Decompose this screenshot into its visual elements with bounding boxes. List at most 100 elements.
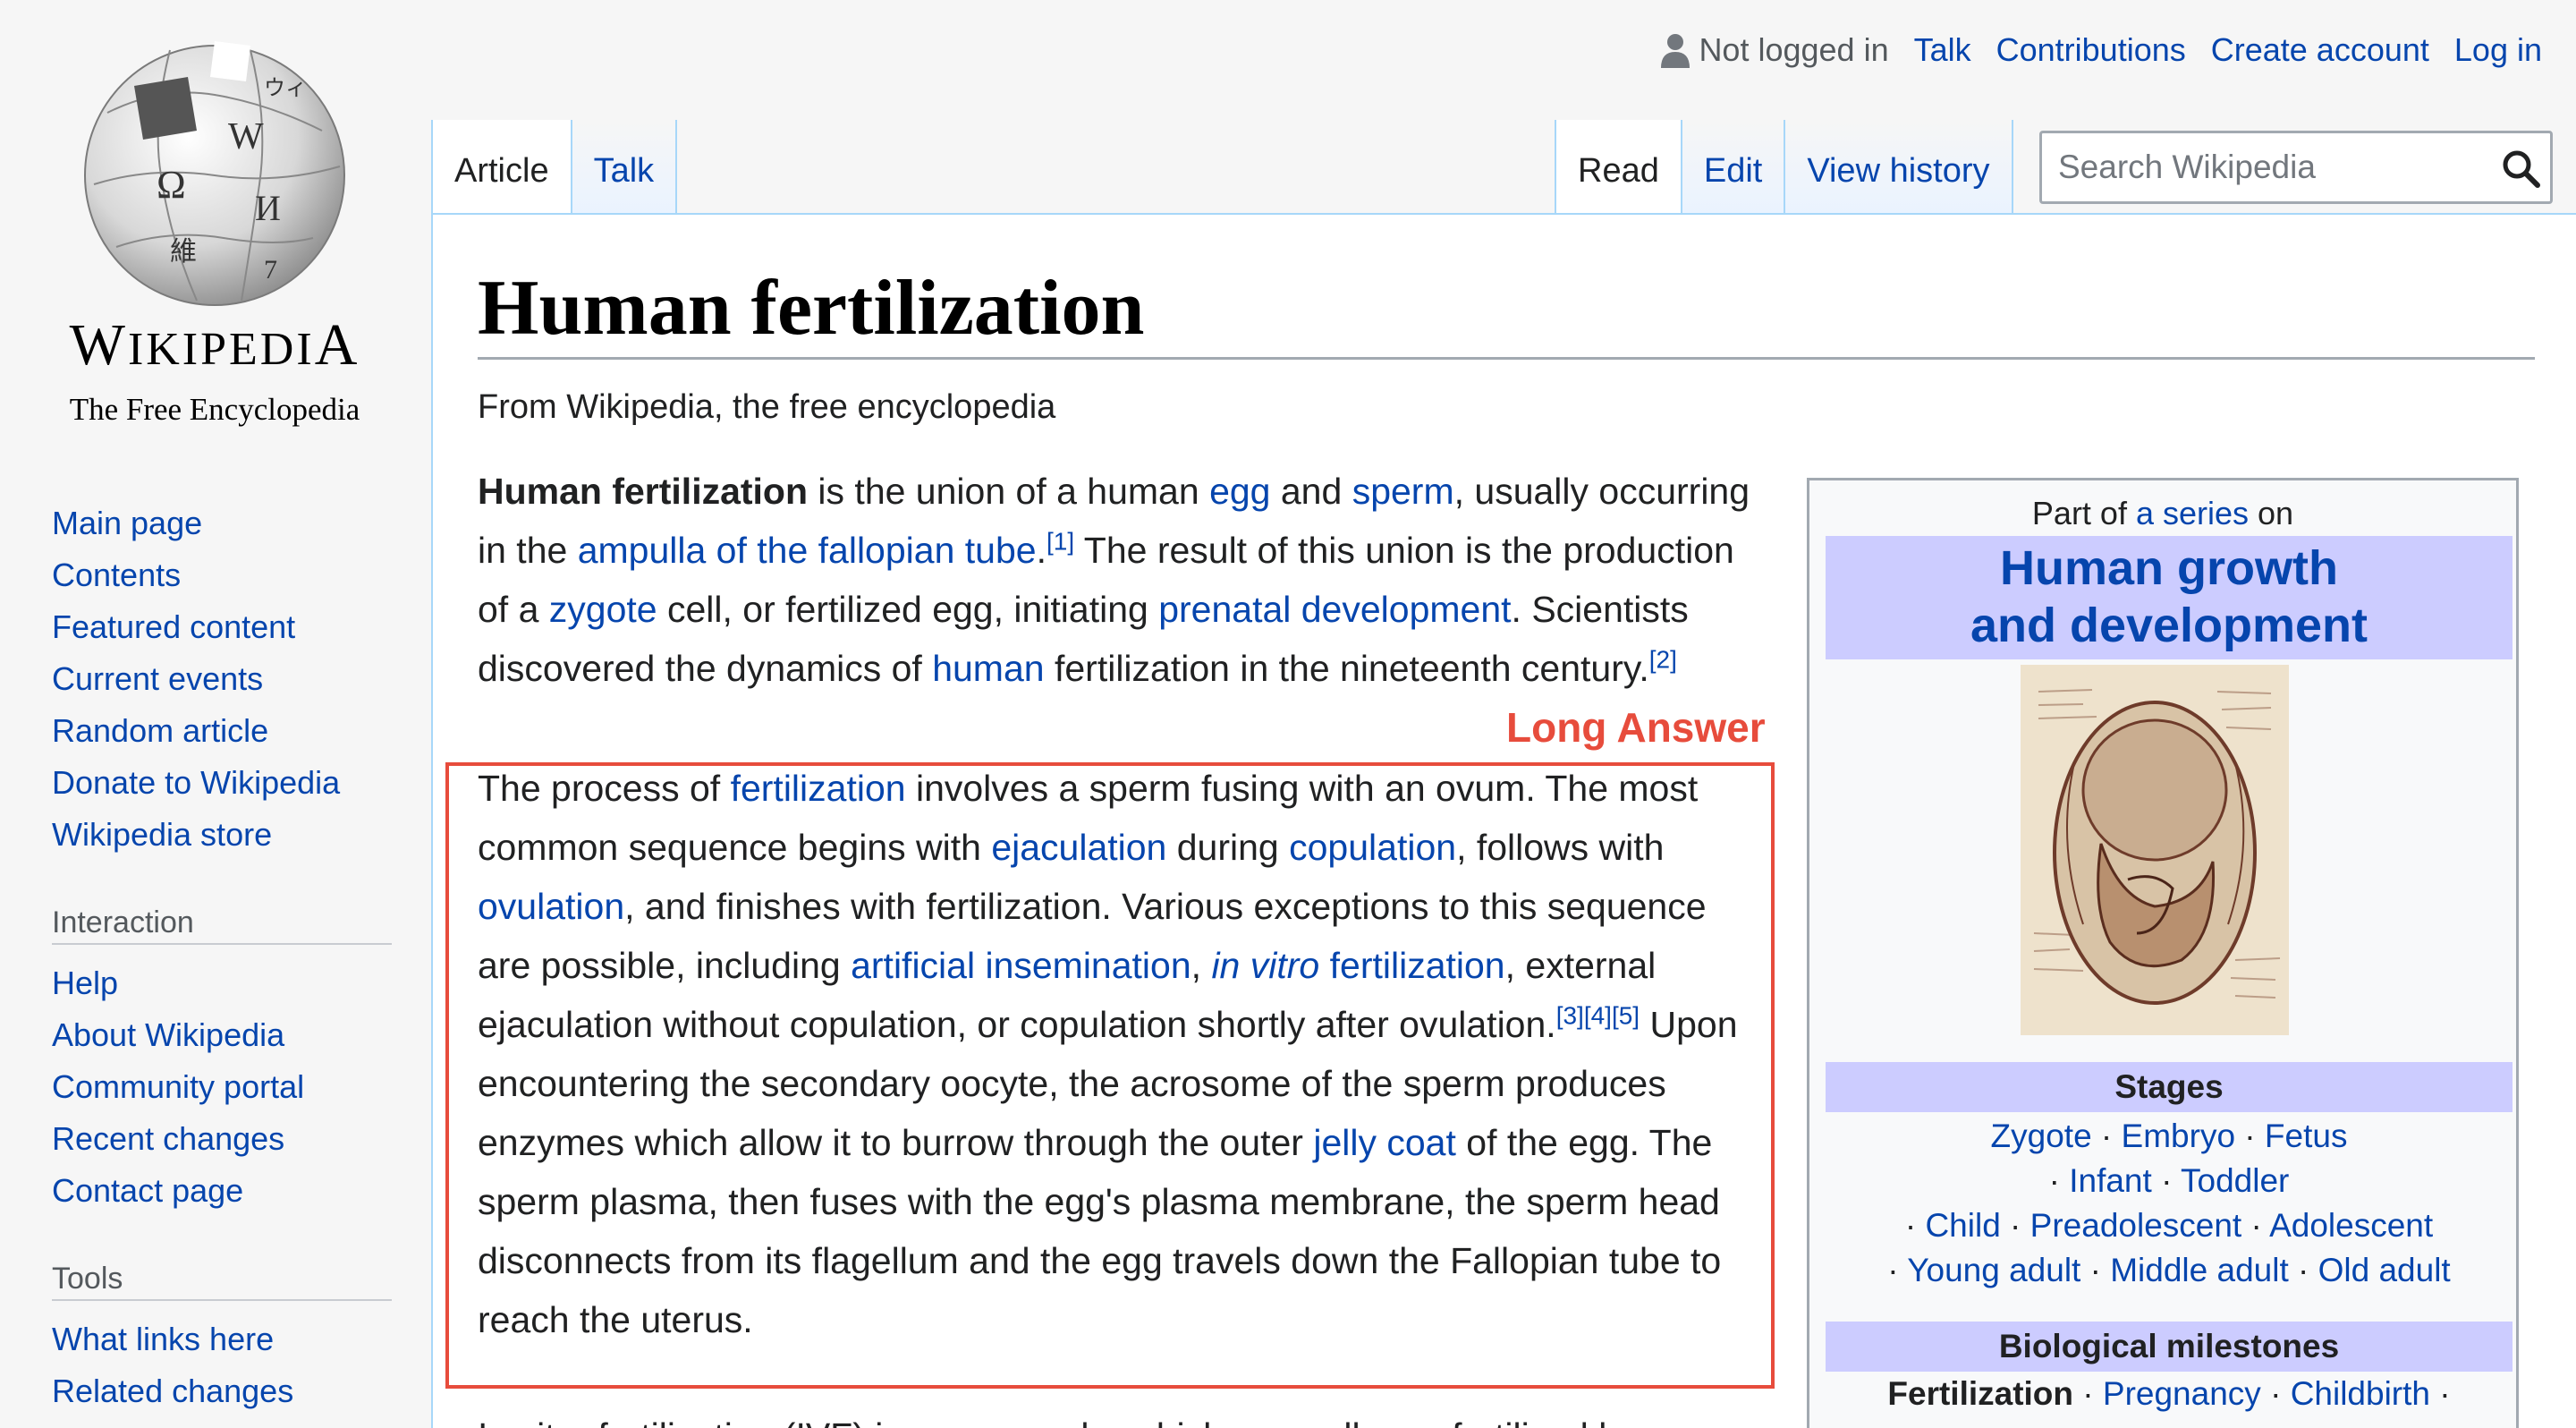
sidebar-nav: Main page Contents Featured content Curr…	[52, 497, 392, 1417]
infobox-title-link[interactable]: Human growth and development	[1826, 536, 2512, 654]
tools-portal: Tools What links here Related changes	[52, 1256, 392, 1417]
sidebar-item-contact-page[interactable]: Contact page	[52, 1165, 392, 1217]
link-zygote-stage[interactable]: Zygote	[1991, 1118, 2092, 1154]
interaction-heading: Interaction	[52, 900, 392, 945]
link-toddler[interactable]: Toddler	[2181, 1162, 2289, 1199]
text: cell, or fertilized egg, initiating	[657, 589, 1159, 630]
tab-article[interactable]: Article	[431, 120, 571, 215]
link-middle-adult[interactable]: Middle adult	[2110, 1252, 2289, 1288]
fetus-drawing-image[interactable]	[2021, 665, 2289, 1035]
personal-tools: Not logged in Talk Contributions Create …	[1661, 23, 2542, 77]
text: and	[1270, 471, 1352, 512]
link-jelly-coat[interactable]: jelly coat	[1313, 1122, 1456, 1163]
svg-text:Ω: Ω	[157, 163, 186, 207]
lead-paragraph: Human fertilization is the union of a hu…	[478, 462, 1766, 698]
svg-text:И: И	[255, 188, 281, 228]
sidebar-item-main-page[interactable]: Main page	[52, 497, 392, 549]
create-account-link[interactable]: Create account	[2211, 23, 2429, 77]
logo-tagline: The Free Encyclopedia	[69, 392, 360, 427]
text: The process of	[478, 768, 731, 809]
not-logged-in-label: Not logged in	[1699, 31, 1889, 68]
navigation-portal: Main page Contents Featured content Curr…	[52, 497, 392, 861]
tools-heading: Tools	[52, 1256, 392, 1301]
user-talk-link[interactable]: Talk	[1914, 23, 1971, 77]
text: Part of	[2031, 495, 2136, 531]
user-icon	[1661, 34, 1690, 68]
link-preadolescent[interactable]: Preadolescent	[2030, 1207, 2242, 1244]
wikipedia-wordmark: WIKIPEDIA	[69, 312, 360, 378]
puzzle-globe-icon: Ω W И 維 7 ウィ	[84, 41, 345, 306]
login-status: Not logged in	[1661, 23, 1889, 77]
link-childbirth[interactable]: Childbirth	[2291, 1375, 2430, 1412]
search-input[interactable]	[2042, 133, 2471, 201]
sidebar-item-what-links-here[interactable]: What links here	[52, 1313, 392, 1365]
text: is the union of a human	[808, 471, 1210, 512]
link-prenatal-development[interactable]: prenatal development	[1158, 589, 1511, 630]
sidebar-item-about[interactable]: About Wikipedia	[52, 1009, 392, 1061]
stages-heading: Stages	[1826, 1062, 2512, 1112]
ref-1[interactable]: [1]	[1046, 527, 1074, 555]
svg-text:維: 維	[170, 236, 197, 268]
tab-view-history[interactable]: View history	[1784, 120, 2013, 215]
link-fertilization-ivf[interactable]: fertilization	[1330, 945, 1505, 986]
link-egg[interactable]: egg	[1209, 471, 1270, 512]
link-sperm[interactable]: sperm	[1352, 471, 1454, 512]
ivf-paragraph: In vitro fertilization (IVF) is a proces…	[478, 1407, 1766, 1428]
link-pregnancy[interactable]: Pregnancy	[2103, 1375, 2261, 1412]
text: fertilization in the nineteenth century.	[1044, 648, 1649, 689]
infobox-title-box: Human growth and development	[1826, 536, 2512, 659]
link-child[interactable]: Child	[1925, 1207, 2000, 1244]
link-ovulation[interactable]: ovulation	[478, 886, 624, 927]
link-artificial-insemination[interactable]: artificial insemination	[851, 945, 1191, 986]
sidebar-item-featured-content[interactable]: Featured content	[52, 601, 392, 653]
contributions-link[interactable]: Contributions	[1996, 23, 2186, 77]
sidebar-item-help[interactable]: Help	[52, 957, 392, 1009]
sidebar-item-donate[interactable]: Donate to Wikipedia	[52, 757, 392, 809]
link-adolescent[interactable]: Adolescent	[2269, 1207, 2433, 1244]
series-infobox: Part of a series on Human growth and deve…	[1807, 478, 2519, 1428]
text: ,	[1191, 945, 1212, 986]
link-fertilization[interactable]: fertilization	[731, 768, 906, 809]
title-line-2: and development	[1970, 599, 2368, 652]
svg-text:7: 7	[264, 255, 277, 285]
sidebar-item-recent-changes[interactable]: Recent changes	[52, 1113, 392, 1165]
tab-read[interactable]: Read	[1555, 120, 1681, 215]
milestones-list: Fertilization · Pregnancy · Childbirth ·	[1887, 1375, 2451, 1412]
link-infant[interactable]: Infant	[2069, 1162, 2152, 1199]
view-tabs: Read Edit View history	[1555, 120, 2013, 215]
link-ejaculation[interactable]: ejaculation	[991, 827, 1166, 868]
sidebar-item-contents[interactable]: Contents	[52, 549, 392, 601]
sidebar-item-community-portal[interactable]: Community portal	[52, 1061, 392, 1113]
link-zygote[interactable]: zygote	[549, 589, 657, 630]
refs-3-4-5[interactable]: [3][4][5]	[1556, 1001, 1640, 1029]
tab-edit[interactable]: Edit	[1680, 120, 1784, 215]
link-young-adult[interactable]: Young adult	[1907, 1252, 2080, 1288]
infobox-part-of: Part of a series on	[1809, 495, 2516, 532]
sidebar-item-random-article[interactable]: Random article	[52, 705, 392, 757]
login-link[interactable]: Log in	[2454, 23, 2542, 77]
link-ampulla[interactable]: ampulla of the fallopian tube	[578, 530, 1037, 571]
interaction-portal: Interaction Help About Wikipedia Communi…	[52, 900, 392, 1217]
link-human[interactable]: human	[932, 648, 1044, 689]
stages-list: Zygote · Embryo · Fetus · Infant · Toddl…	[1887, 1118, 2451, 1288]
page-title: Human fertilization	[478, 261, 2535, 360]
wikipedia-logo[interactable]: Ω W И 維 7 ウィ WIKIPEDIA The Free Encyclop…	[27, 27, 402, 427]
sidebar-item-current-events[interactable]: Current events	[52, 653, 392, 705]
milestone-current: Fertilization	[1887, 1375, 2074, 1412]
ref-2[interactable]: [2]	[1649, 645, 1677, 673]
text: on	[2249, 495, 2294, 531]
search-icon[interactable]	[2500, 148, 2541, 189]
sidebar-item-store[interactable]: Wikipedia store	[52, 809, 392, 861]
link-series[interactable]: a series	[2136, 495, 2249, 531]
svg-text:ウィ: ウィ	[264, 75, 307, 100]
link-in-vitro[interactable]: in vitro	[1211, 945, 1319, 986]
link-embryo[interactable]: Embryo	[2122, 1118, 2235, 1154]
sidebar-item-related-changes[interactable]: Related changes	[52, 1365, 392, 1417]
link-copulation[interactable]: copulation	[1289, 827, 1456, 868]
link-old-adult[interactable]: Old adult	[2318, 1252, 2451, 1288]
search-box	[2039, 131, 2553, 204]
tab-talk[interactable]: Talk	[570, 120, 678, 215]
title-line-1: Human growth	[2000, 541, 2338, 595]
link-fetus[interactable]: Fetus	[2265, 1118, 2348, 1154]
milestones-heading: Biological milestones	[1826, 1322, 2512, 1372]
